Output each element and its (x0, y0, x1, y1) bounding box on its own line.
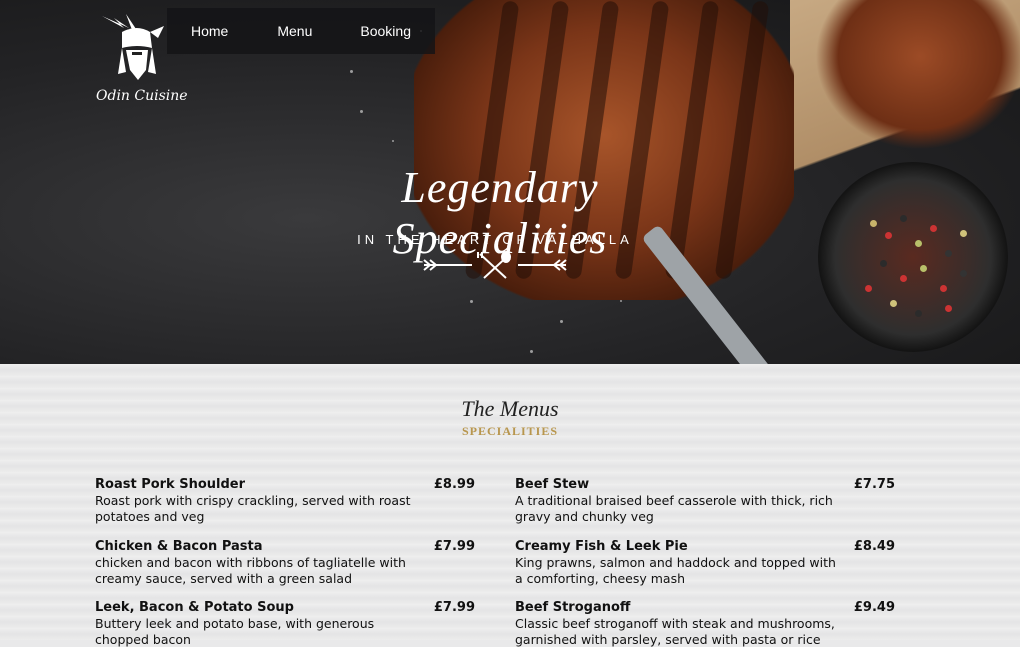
hero-title: Legendary Specialities (392, 163, 608, 263)
hero-banner: Odin Cuisine Home Menu Booking Legendary… (0, 0, 1020, 364)
hero-subtitle: IN THE HEART OF VALHALLA (357, 232, 633, 247)
menu-item: Roast Pork Shoulder £8.99 Roast pork wit… (95, 477, 475, 524)
menu-item: Beef Stew £7.75 A traditional braised be… (515, 477, 895, 524)
menu-item-price: £8.99 (433, 477, 475, 492)
menu-item-desc: chicken and bacon with ribbons of taglia… (95, 555, 406, 586)
menu-item-price: £7.99 (433, 539, 475, 554)
menu-item-name: Leek, Bacon & Potato Soup (95, 600, 294, 615)
menu-item-price: £7.99 (433, 600, 475, 615)
menus-title: The Menus (461, 396, 559, 421)
nav-menu-link[interactable]: Menu (277, 23, 312, 39)
menu-item-name: Beef Stew (515, 477, 590, 492)
menu-item: Chicken & Bacon Pasta £7.99 chicken and … (95, 539, 475, 586)
menu-item-desc: A traditional braised beef casserole wit… (515, 493, 833, 524)
nav-booking-link[interactable]: Booking (360, 23, 411, 39)
menu-item-desc: Classic beef stroganoff with steak and m… (515, 616, 835, 647)
menu-item-name: Creamy Fish & Leek Pie (515, 539, 688, 554)
nav-home-link[interactable]: Home (191, 23, 228, 39)
brand-name: Odin Cuisine (96, 88, 188, 104)
menu-item-price: £7.75 (853, 477, 895, 492)
menu-section: The Menus SPECIALITIES Roast Pork Should… (0, 364, 1020, 647)
menu-item-desc: Buttery leek and potato base, with gener… (95, 616, 375, 647)
menu-item-price: £8.49 (853, 539, 895, 554)
menu-item-desc: King prawns, salmon and haddock and topp… (515, 555, 836, 586)
cutlery-divider-icon (423, 251, 567, 279)
steak-image-secondary (815, 0, 1020, 150)
menu-item: Creamy Fish & Leek Pie £8.49 King prawns… (515, 539, 895, 586)
menu-item-name: Beef Stroganoff (515, 600, 631, 615)
menu-item-price: £9.49 (853, 600, 895, 615)
menu-item-name: Chicken & Bacon Pasta (95, 539, 263, 554)
menu-item-name: Roast Pork Shoulder (95, 477, 246, 492)
menus-subtitle: SPECIALITIES (461, 424, 559, 438)
main-navigation: Home Menu Booking (167, 8, 435, 54)
menu-item-desc: Roast pork with crispy crackling, served… (95, 493, 411, 524)
peppercorn-pan-image (818, 162, 1008, 352)
